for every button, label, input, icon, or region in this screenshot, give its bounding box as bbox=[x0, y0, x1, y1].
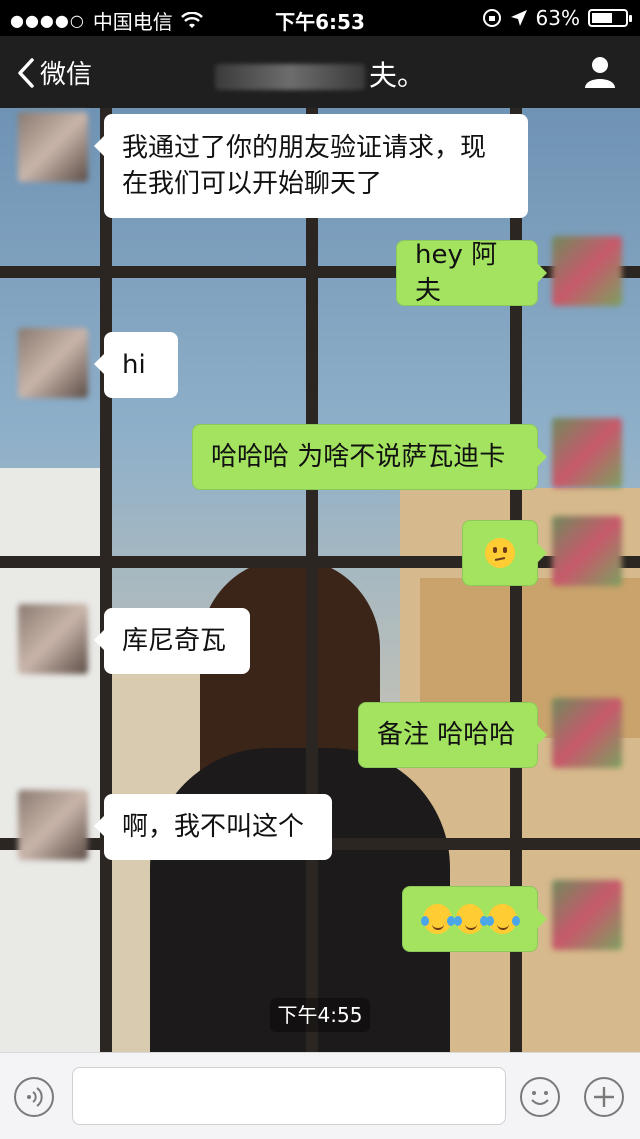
voice-icon bbox=[27, 1087, 43, 1107]
outgoing-message[interactable]: 哈哈哈 为啥不说萨瓦迪卡 bbox=[192, 424, 547, 490]
rotation-lock-icon bbox=[482, 9, 501, 27]
battery-percent: 63% bbox=[535, 6, 580, 30]
my-avatar[interactable] bbox=[552, 236, 622, 306]
crying-laughing-emoji-icon bbox=[486, 904, 521, 934]
outgoing-message[interactable]: hey 阿夫 bbox=[396, 240, 547, 306]
contact-avatar[interactable] bbox=[18, 328, 88, 398]
chat-header: 微信 夫。 bbox=[0, 36, 640, 108]
outgoing-message[interactable] bbox=[462, 520, 547, 586]
blurred-contact-name bbox=[214, 64, 365, 90]
outgoing-message[interactable]: 备注 哈哈哈 bbox=[358, 702, 547, 768]
more-button[interactable] bbox=[584, 1077, 624, 1117]
incoming-message[interactable]: 库尼奇瓦 bbox=[94, 608, 250, 674]
message-text: 备注 哈哈哈 bbox=[377, 720, 516, 750]
confused-face-emoji-icon bbox=[485, 538, 515, 568]
crying-laughing-emoji-icon bbox=[421, 904, 455, 934]
battery-level bbox=[592, 13, 612, 23]
status-bar: ●●●●○ 中国电信 下午6:53 63% bbox=[0, 0, 640, 36]
contact-avatar[interactable] bbox=[18, 112, 88, 182]
message-text: 在我们可以开始聊天了 bbox=[122, 169, 383, 199]
person-icon[interactable] bbox=[582, 54, 618, 90]
incoming-message[interactable]: hi bbox=[94, 332, 178, 398]
battery-icon bbox=[588, 9, 632, 27]
my-avatar[interactable] bbox=[552, 516, 622, 586]
message-text: hey 阿夫 bbox=[415, 240, 498, 306]
message-text: 我通过了你的朋友验证请求，现 bbox=[122, 133, 487, 163]
message-input[interactable] bbox=[72, 1067, 506, 1125]
back-label: 微信 bbox=[40, 60, 93, 90]
incoming-message[interactable]: 我通过了你的朋友验证请求，现 在我们可以开始聊天了 bbox=[94, 114, 528, 218]
message-input-bar bbox=[0, 1052, 640, 1139]
my-avatar[interactable] bbox=[552, 418, 622, 488]
message-text: 库尼奇瓦 bbox=[122, 626, 227, 656]
outgoing-message[interactable] bbox=[402, 886, 547, 952]
plus-icon bbox=[594, 1087, 614, 1107]
message-timestamp: 下午4:55 bbox=[270, 998, 370, 1032]
emoji-button[interactable] bbox=[520, 1077, 560, 1117]
voice-button[interactable] bbox=[14, 1077, 54, 1117]
message-list[interactable]: 我通过了你的朋友验证请求，现 在我们可以开始聊天了 hey 阿夫 hi 哈哈哈 … bbox=[0, 108, 640, 1052]
crying-laughing-emoji-icon bbox=[453, 904, 488, 934]
contact-avatar[interactable] bbox=[18, 604, 88, 674]
contact-avatar[interactable] bbox=[18, 790, 88, 860]
chat-title: 夫。 bbox=[200, 54, 440, 94]
my-avatar[interactable] bbox=[552, 698, 622, 768]
back-button[interactable]: 微信 bbox=[16, 54, 92, 91]
message-text: 啊，我不叫这个 bbox=[122, 812, 305, 842]
message-text: 哈哈哈 为啥不说萨瓦迪卡 bbox=[211, 442, 506, 472]
my-avatar[interactable] bbox=[552, 880, 622, 950]
location-arrow-icon bbox=[510, 10, 527, 26]
chat-title-text: 夫。 bbox=[368, 59, 425, 92]
smiley-icon bbox=[531, 1091, 549, 1105]
message-text: hi bbox=[122, 350, 146, 380]
chevron-left-icon bbox=[18, 57, 34, 88]
incoming-message[interactable]: 啊，我不叫这个 bbox=[94, 794, 332, 860]
